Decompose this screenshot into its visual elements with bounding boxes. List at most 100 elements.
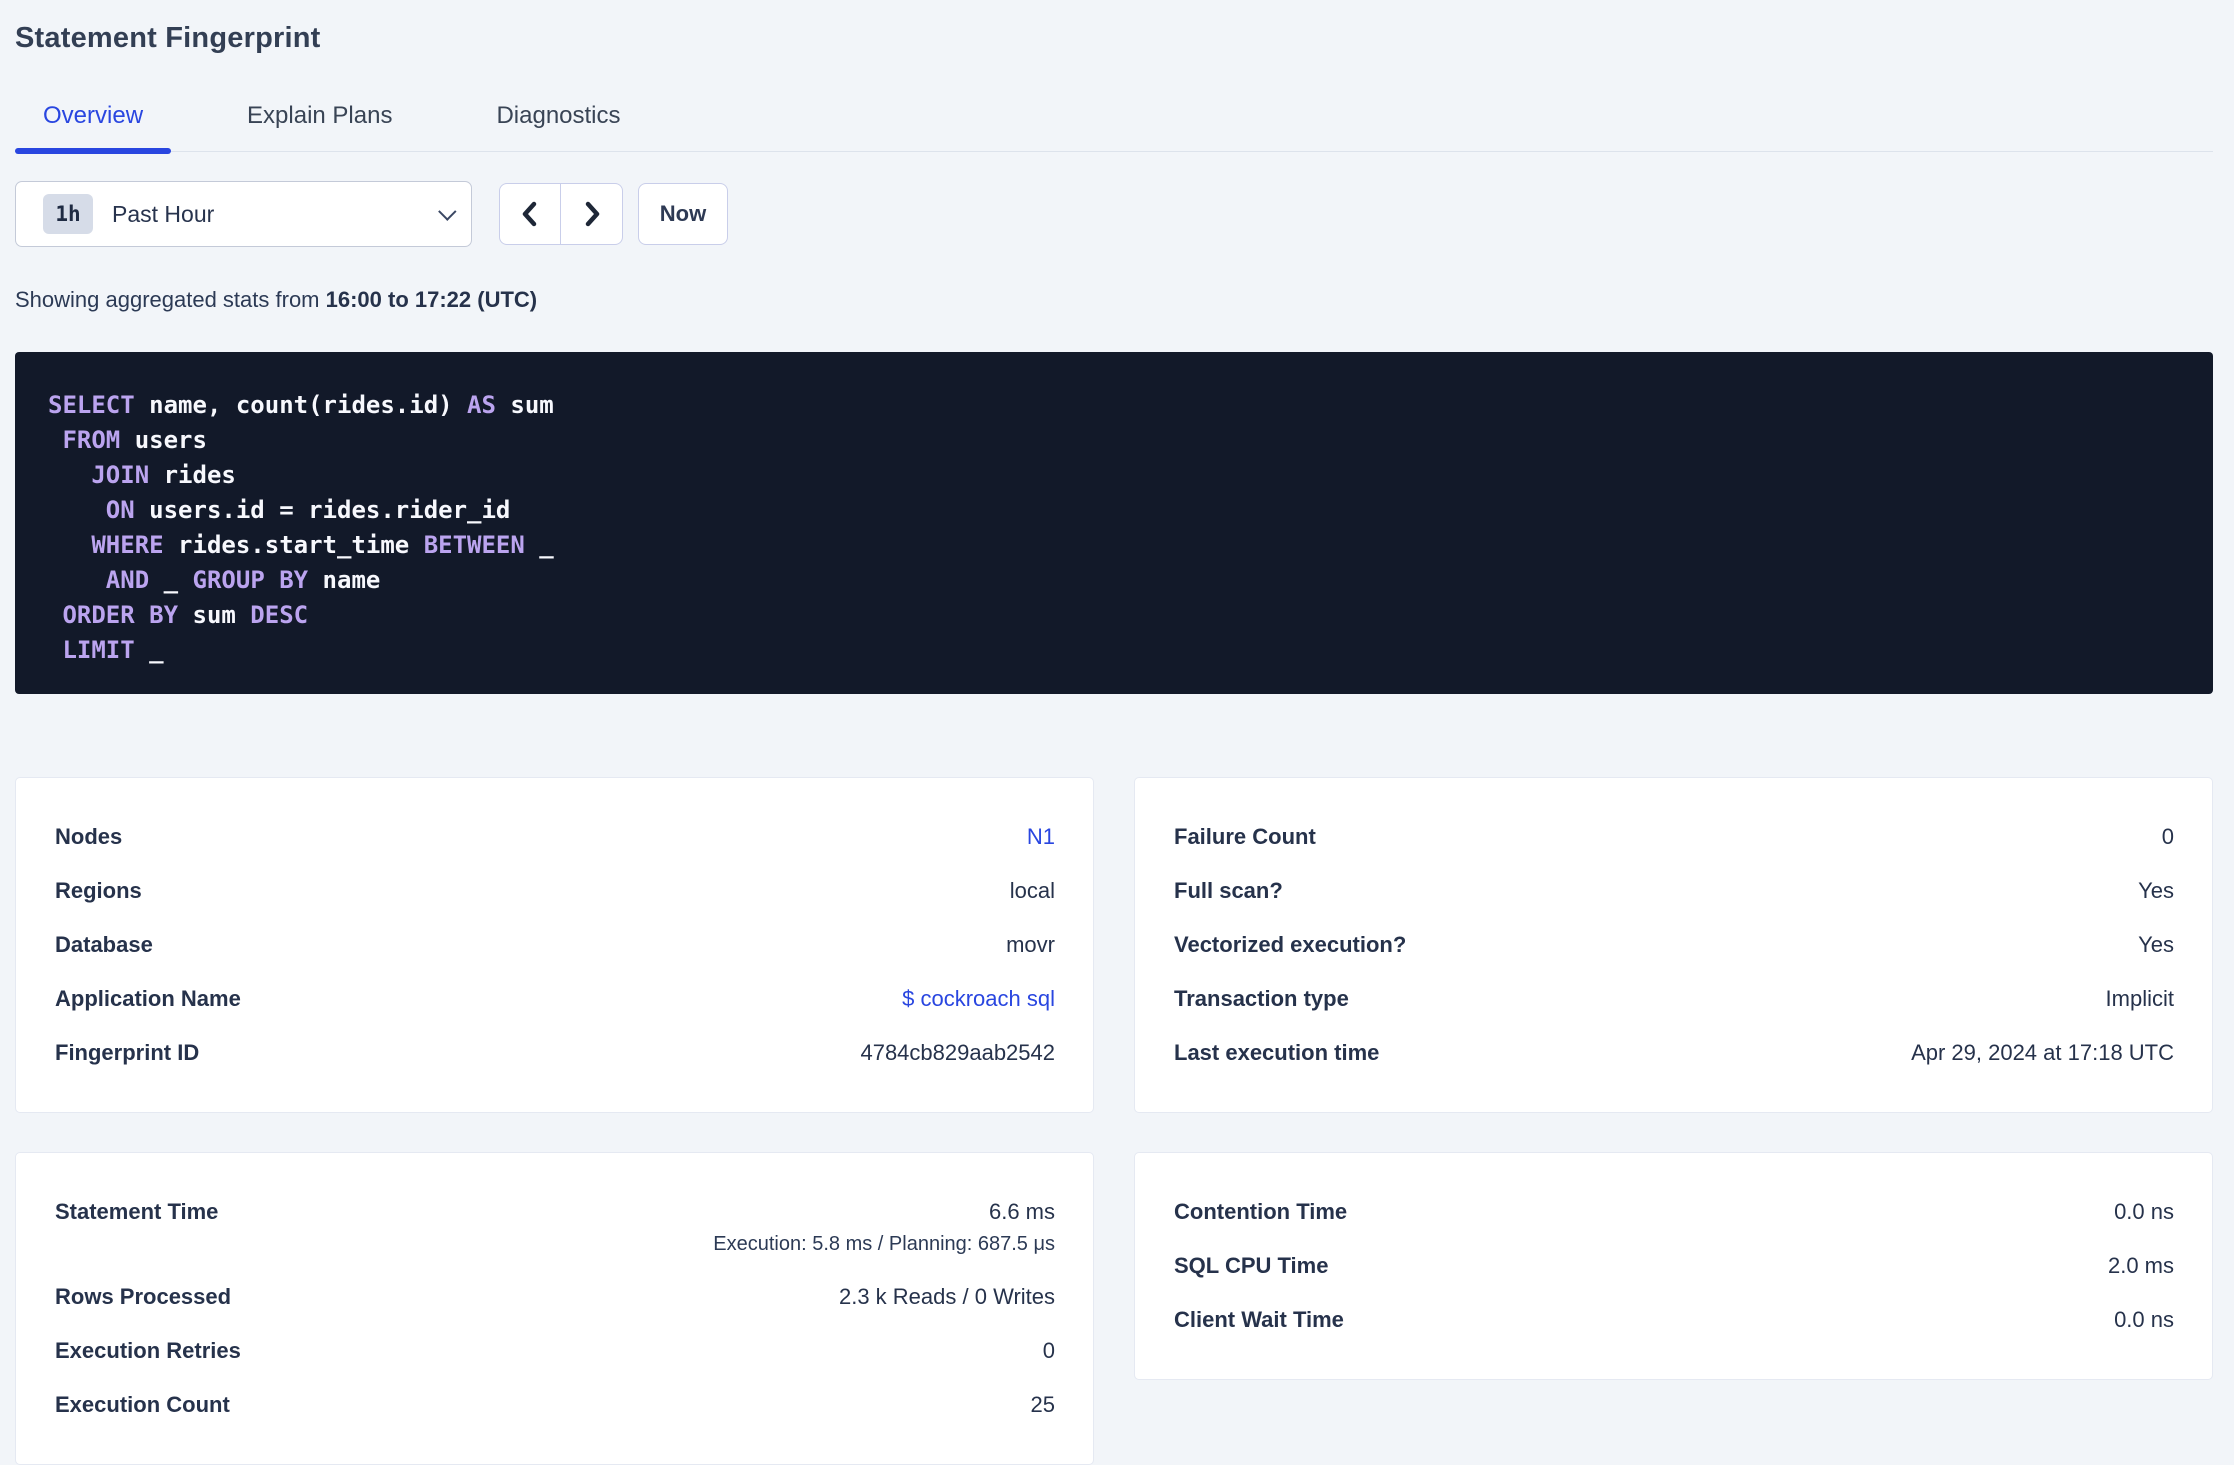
next-interval-button[interactable]: [561, 184, 622, 244]
page-container: Statement Fingerprint Overview Explain P…: [15, 0, 2213, 1465]
statement-stats-card: Statement Time 6.6 ms Execution: 5.8 ms …: [15, 1152, 1094, 1465]
sql-keyword: LIMIT: [48, 636, 135, 664]
transaction-type-value: Implicit: [2105, 986, 2174, 1011]
chevron-down-icon: [438, 201, 457, 221]
sql-identifier: _: [134, 636, 164, 664]
database-label: Database: [55, 932, 153, 957]
fingerprint-id-label: Fingerprint ID: [55, 1040, 200, 1065]
sql-keyword: AND: [48, 566, 150, 594]
last-execution-time-value: Apr 29, 2024 at 17:18 UTC: [1911, 1040, 2174, 1065]
time-range-dropdown[interactable]: 1h Past Hour: [15, 181, 472, 247]
info-row-failure-count: Failure Count 0: [1174, 824, 2174, 850]
sql-identifier: name, count(rides.id): [134, 391, 468, 419]
sql-identifier: users: [120, 426, 207, 454]
info-row-execution-retries: Execution Retries 0: [55, 1338, 1055, 1364]
regions-label: Regions: [55, 878, 142, 903]
info-row-client-wait-time: Client Wait Time 0.0 ns: [1174, 1307, 2174, 1333]
execution-retries-label: Execution Retries: [55, 1338, 241, 1363]
info-row-execution-count: Execution Count 25: [55, 1392, 1055, 1418]
vectorized-execution-label: Vectorized execution?: [1174, 932, 1407, 957]
info-row-rows-processed: Rows Processed 2.3 k Reads / 0 Writes: [55, 1284, 1055, 1310]
client-wait-time-value: 0.0 ns: [2114, 1307, 2174, 1332]
execution-count-value: 25: [1030, 1392, 1055, 1417]
aggregation-note-prefix: Showing aggregated stats from: [15, 287, 326, 312]
info-row-nodes: Nodes N1: [55, 824, 1055, 850]
sql-identifier: sum: [178, 601, 251, 629]
sql-identifier: _: [149, 566, 193, 594]
application-name-label: Application Name: [55, 986, 241, 1011]
interval-label: Past Hour: [112, 200, 215, 227]
sql-keyword: AS: [467, 391, 496, 419]
statement-time-main: 6.6 ms: [988, 1199, 1055, 1224]
sql-keyword: ON: [48, 496, 135, 524]
statement-time-value: 6.6 ms Execution: 5.8 ms / Planning: 687…: [713, 1199, 1055, 1256]
tab-diagnostics[interactable]: Diagnostics: [468, 102, 648, 151]
sql-cpu-time-value: 2.0 ms: [2107, 1253, 2174, 1278]
time-controls: 1h Past Hour Now: [15, 181, 2213, 247]
tab-explain-plans[interactable]: Explain Plans: [219, 102, 420, 151]
database-value: movr: [1006, 932, 1055, 957]
execution-attributes-card: Failure Count 0 Full scan? Yes Vectorize…: [1134, 777, 2213, 1113]
now-button[interactable]: Now: [638, 183, 728, 245]
info-row-sql-cpu-time: SQL CPU Time 2.0 ms: [1174, 1253, 2174, 1279]
application-name-value-link[interactable]: $ cockroach sql: [902, 986, 1055, 1012]
page-title: Statement Fingerprint: [15, 22, 321, 54]
sql-line: FROM users: [48, 423, 2183, 458]
sql-line: SELECT name, count(rides.id) AS sum: [48, 388, 2183, 423]
sql-keyword: WHERE: [48, 531, 164, 559]
nodes-value-link[interactable]: N1: [1027, 824, 1055, 850]
failure-count-label: Failure Count: [1174, 824, 1316, 849]
interval-badge: 1h: [43, 194, 93, 234]
sql-keyword: DESC: [250, 601, 309, 629]
sql-keyword: JOIN: [48, 461, 150, 489]
failure-count-value: 0: [2161, 824, 2174, 849]
sql-identifier: rides.start_time: [163, 531, 424, 559]
contention-time-value: 0.0 ns: [2114, 1199, 2174, 1224]
statement-time-breakdown: Execution: 5.8 ms / Planning: 687.5 μs: [713, 1233, 1055, 1255]
last-execution-time-label: Last execution time: [1174, 1040, 1380, 1065]
statement-time-label: Statement Time: [55, 1199, 219, 1224]
client-wait-time-label: Client Wait Time: [1174, 1307, 1344, 1332]
tab-overview[interactable]: Overview: [15, 102, 172, 154]
execution-count-label: Execution Count: [55, 1392, 230, 1417]
info-row-statement-time: Statement Time 6.6 ms Execution: 5.8 ms …: [55, 1199, 1055, 1256]
regions-value: local: [1009, 878, 1055, 903]
sql-identifier: name: [308, 566, 381, 594]
info-row-full-scan: Full scan? Yes: [1174, 878, 2174, 904]
overview-details-card: Nodes N1 Regions local Database movr App…: [15, 777, 1094, 1113]
time-range-selected: 1h Past Hour: [43, 194, 214, 234]
execution-retries-value: 0: [1042, 1338, 1055, 1363]
info-row-vectorized-execution: Vectorized execution? Yes: [1174, 932, 2174, 958]
info-row-contention-time: Contention Time 0.0 ns: [1174, 1199, 2174, 1225]
sql-keyword: GROUP BY: [192, 566, 309, 594]
sql-identifier: users.id = rides.rider_id: [134, 496, 511, 524]
previous-interval-button[interactable]: [500, 184, 561, 244]
sql-keyword: SELECT: [48, 391, 135, 419]
sql-line: LIMIT _: [48, 633, 2183, 668]
sql-statement-box: SELECT name, count(rides.id) AS sum FROM…: [15, 352, 2213, 694]
nodes-label: Nodes: [55, 824, 123, 849]
tab-bar: Overview Explain Plans Diagnostics: [15, 102, 2213, 154]
full-scan-label: Full scan?: [1174, 878, 1283, 903]
sql-identifier: _: [524, 531, 554, 559]
sql-keyword: ORDER BY: [48, 601, 179, 629]
chevron-left-icon: [522, 201, 537, 227]
aggregation-note: Showing aggregated stats from 16:00 to 1…: [15, 287, 2213, 313]
info-row-fingerprint-id: Fingerprint ID 4784cb829aab2542: [55, 1040, 1055, 1066]
sql-cpu-time-label: SQL CPU Time: [1174, 1253, 1329, 1278]
sql-line: WHERE rides.start_time BETWEEN _: [48, 528, 2183, 563]
vectorized-execution-value: Yes: [2138, 932, 2174, 957]
summary-cards: Nodes N1 Regions local Database movr App…: [15, 777, 2213, 1465]
full-scan-value: Yes: [2138, 878, 2174, 903]
rows-processed-label: Rows Processed: [55, 1284, 232, 1309]
time-stats-card: Contention Time 0.0 ns SQL CPU Time 2.0 …: [1134, 1152, 2213, 1380]
sql-line: ON users.id = rides.rider_id: [48, 493, 2183, 528]
info-row-transaction-type: Transaction type Implicit: [1174, 986, 2174, 1012]
sql-line: ORDER BY sum DESC: [48, 598, 2183, 633]
transaction-type-label: Transaction type: [1174, 986, 1349, 1011]
aggregation-note-range: 16:00 to 17:22 (UTC): [325, 287, 538, 312]
chevron-right-icon: [585, 201, 599, 227]
sql-line: AND _ GROUP BY name: [48, 563, 2183, 598]
rows-processed-value: 2.3 k Reads / 0 Writes: [838, 1284, 1055, 1309]
info-row-last-execution-time: Last execution time Apr 29, 2024 at 17:1…: [1174, 1040, 2174, 1066]
